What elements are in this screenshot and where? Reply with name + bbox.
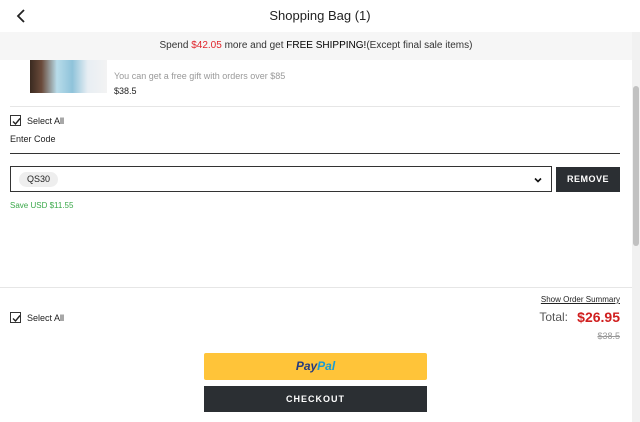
paypal-logo-pal: Pal [317,359,336,373]
promo-middle: more and get [221,40,287,51]
savings-text: Save USD $11.55 [10,201,74,210]
promo-free-shipping: FREE SHIPPING! [286,40,367,51]
bag-count: (1) [354,8,371,23]
checkmark-icon [12,118,21,126]
show-order-summary-link[interactable]: Show Order Summary [541,295,620,304]
coupon-code-chip: QS30 [19,172,59,187]
select-all-checkbox-top[interactable] [10,115,21,126]
code-input-underline[interactable] [10,153,620,154]
page-title-text: Shopping Bag [269,8,352,23]
select-all-checkbox-bottom[interactable] [10,312,21,323]
free-shipping-banner: Spend $42.05 more and get FREE SHIPPING!… [0,32,632,60]
promo-amount: $42.05 [191,40,222,51]
paypal-logo-pay: Pay [295,359,318,373]
enter-code-label: Enter Code [10,134,56,144]
select-all-label-bottom: Select All [27,313,65,323]
summary-divider [0,287,632,288]
gift-note: You can get a free gift with orders over… [114,71,286,81]
checkout-button[interactable]: CHECKOUT [204,386,427,412]
promo-suffix: (Except final sale items) [366,40,473,51]
item-price: $38.5 [114,86,137,96]
select-all-label-top: Select All [27,116,65,126]
promo-prefix: Spend [159,40,192,51]
paypal-button[interactable]: PayPal [204,353,427,380]
original-price: $38.5 [597,331,620,341]
total-label: Total: [539,310,568,324]
chevron-down-icon [534,177,542,183]
divider [10,106,620,107]
total-value: $26.95 [577,309,620,325]
product-image[interactable] [30,60,107,93]
coupon-select[interactable]: QS30 [10,166,552,192]
scrollbar-thumb[interactable] [633,86,639,246]
remove-coupon-button[interactable]: REMOVE [556,167,620,192]
checkmark-icon [12,315,21,323]
header: Shopping Bag (1) [0,0,640,32]
page-title: Shopping Bag (1) [0,8,640,23]
